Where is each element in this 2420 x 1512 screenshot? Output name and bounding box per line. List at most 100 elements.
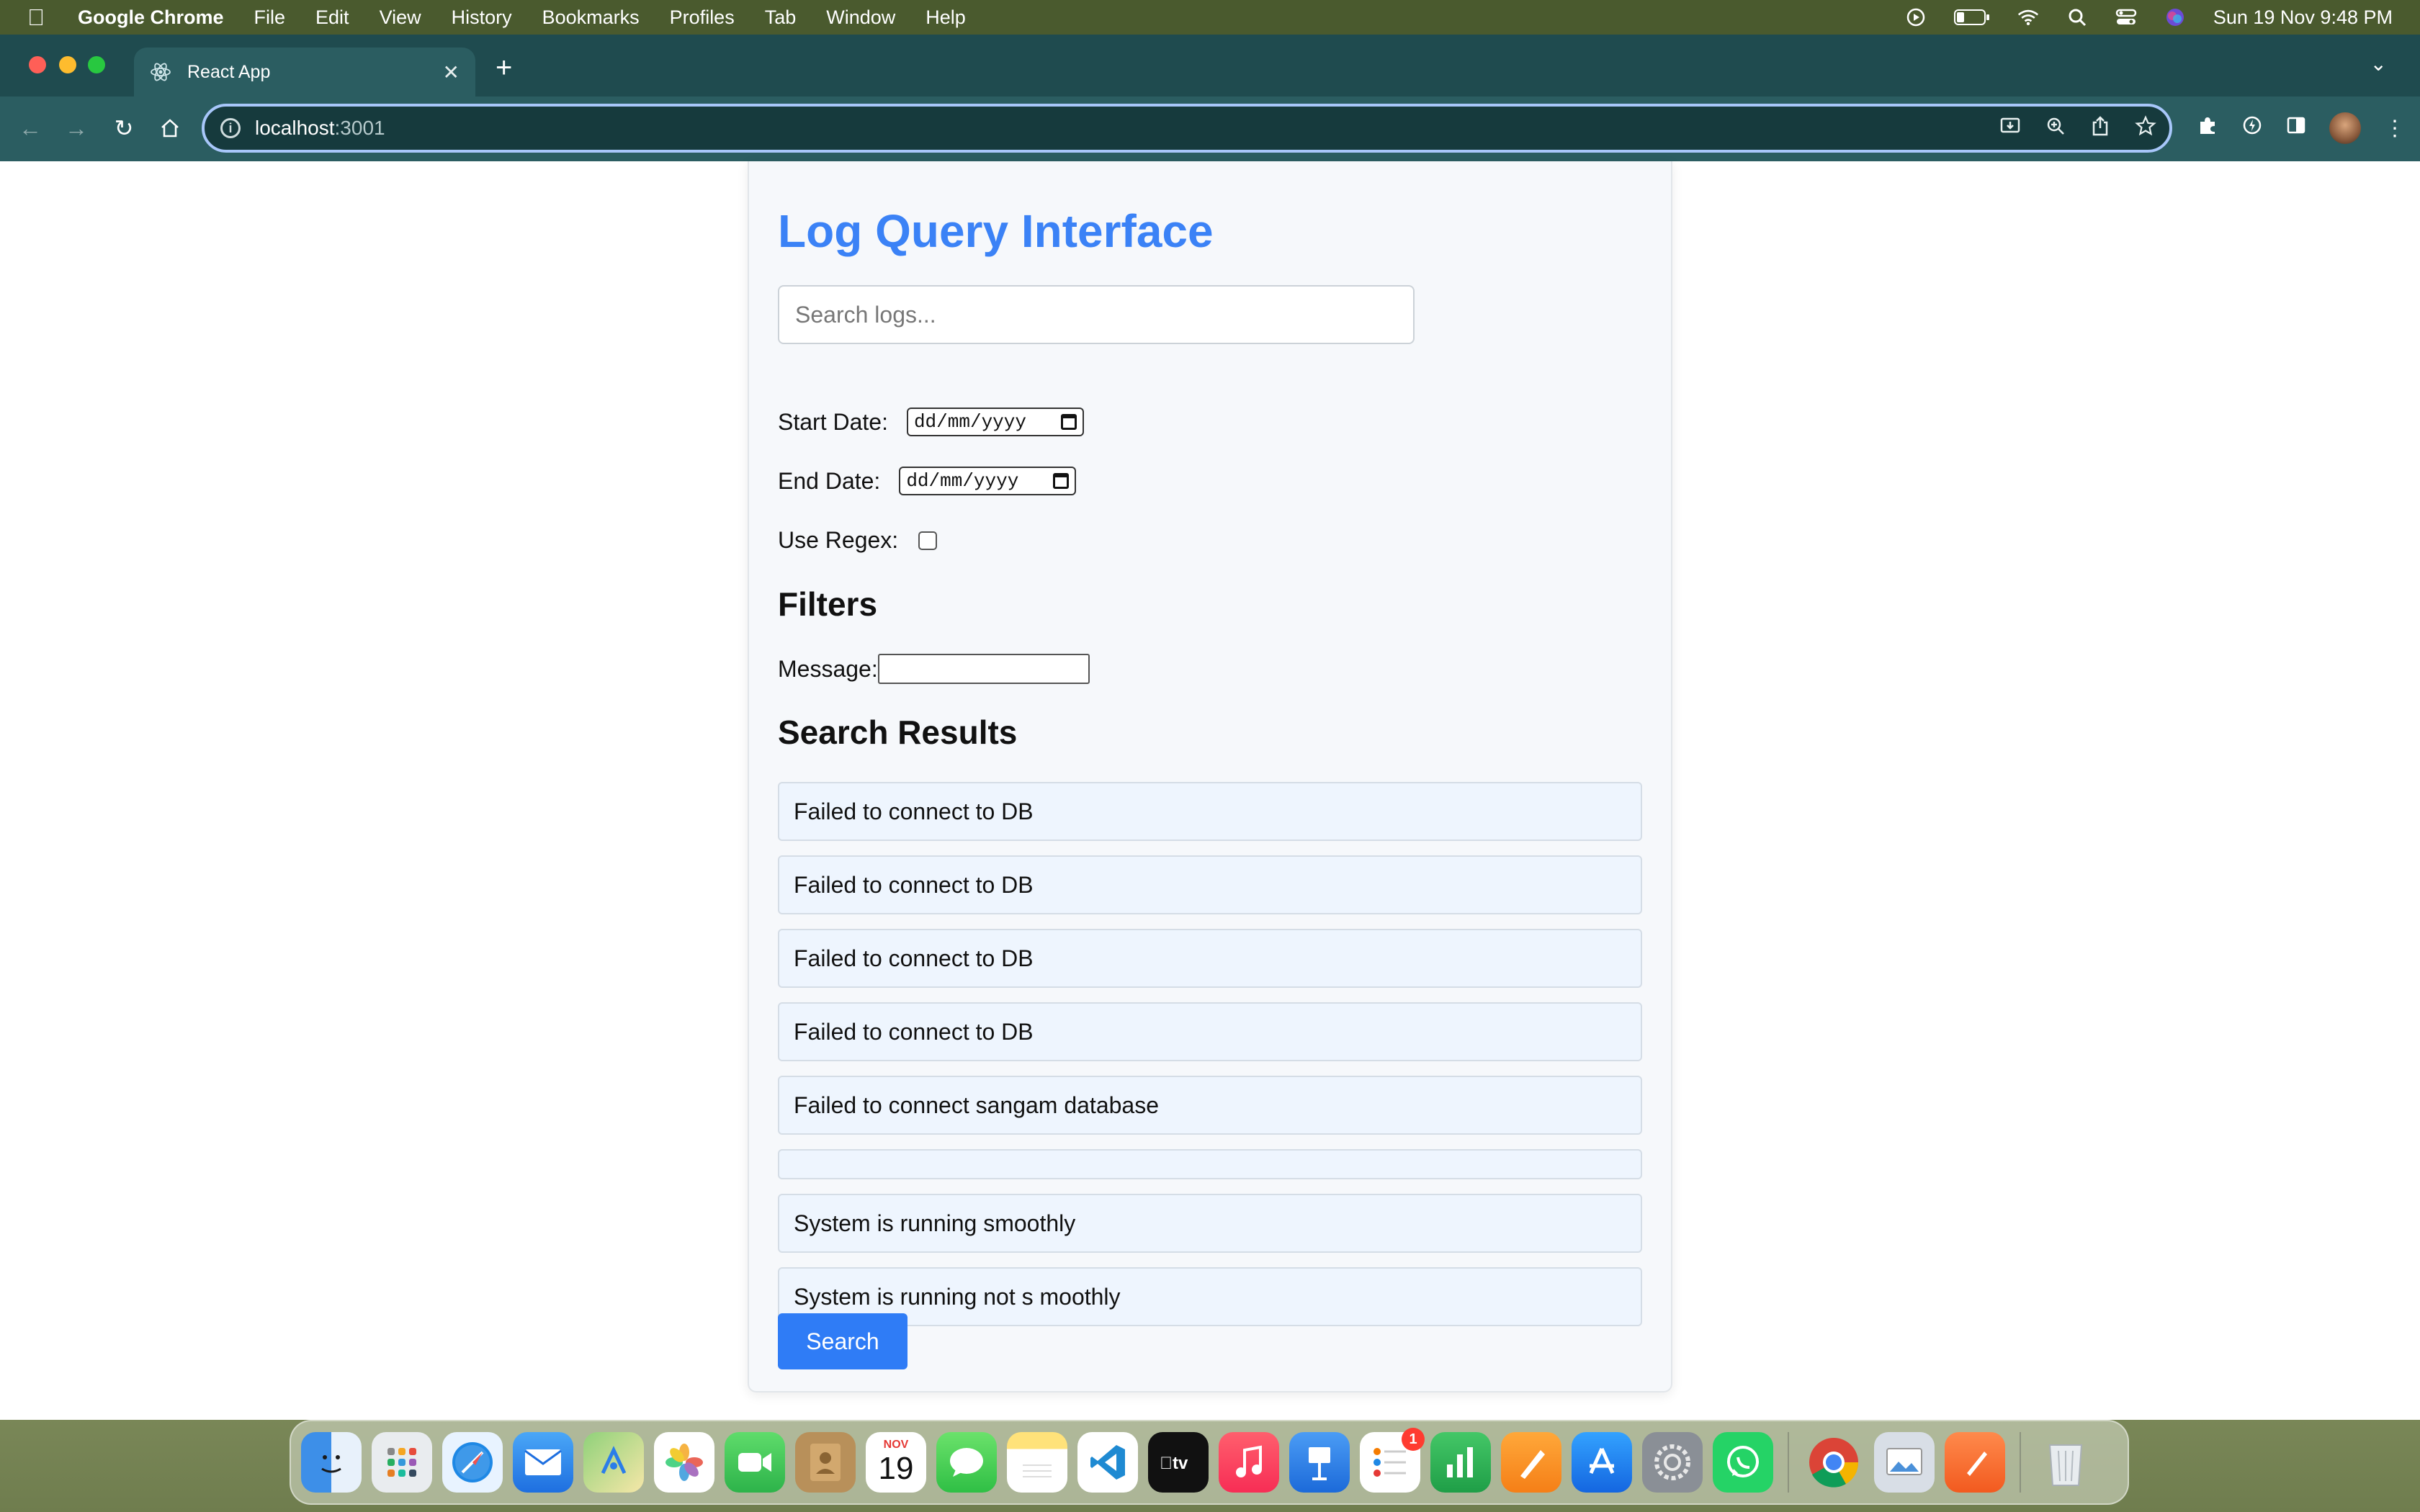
result-item: Failed to connect to DB [778,782,1642,841]
trash-icon[interactable] [2035,1432,2096,1493]
more-menu-icon[interactable]: ⋮ [2384,116,2406,141]
minimize-window-button[interactable] [59,56,76,73]
end-date-row: End Date: dd/mm/yyyy [778,467,1077,495]
keynote-icon[interactable] [1289,1432,1350,1493]
message-label: Message: [778,655,878,682]
close-window-button[interactable] [29,56,46,73]
new-tab-icon[interactable]: + [496,52,512,84]
search-button[interactable]: Search [778,1313,908,1369]
numbers-icon[interactable] [1430,1432,1491,1493]
calendar-month: NOV [883,1439,909,1451]
calendar-day: 19 [878,1451,914,1486]
use-regex-checkbox[interactable] [918,531,938,550]
menu-bookmarks[interactable]: Bookmarks [542,6,640,29]
search-results-list: Failed to connect to DB Failed to connec… [778,782,1642,1341]
dock-separator [2020,1432,2021,1493]
menu-profiles[interactable]: Profiles [670,6,735,29]
menu-view[interactable]: View [380,6,421,29]
wifi-icon[interactable] [2017,7,2039,27]
menu-file[interactable]: File [254,6,286,29]
message-filter-input[interactable] [877,654,1090,684]
apple-icon[interactable]:  [27,4,56,31]
chevron-down-icon[interactable]: ⌄ [2370,52,2387,76]
reminders-icon[interactable]: 1 [1360,1428,1425,1493]
maps-icon[interactable] [583,1432,644,1493]
control-center-icon[interactable] [2115,7,2137,27]
play-circle-icon[interactable] [1905,7,1927,27]
page-title: Log Query Interface [778,205,1214,257]
search-logs-input[interactable] [778,285,1415,344]
message-filter-row: Message: [778,654,1090,684]
menu-tab[interactable]: Tab [765,6,797,29]
forward-arrow-icon[interactable]: → [60,112,92,144]
calendar-app-icon[interactable]: NOV 19 [866,1432,926,1493]
music-icon[interactable] [1219,1432,1279,1493]
bookmark-star-icon[interactable] [2135,114,2156,142]
log-query-card: Log Query Interface Start Date: dd/mm/yy… [748,161,1672,1392]
safari-icon[interactable] [442,1432,503,1493]
end-date-placeholder: dd/mm/yyyy [906,470,1019,492]
messages-icon[interactable] [936,1432,997,1493]
menu-app-name[interactable]: Google Chrome [78,6,224,29]
extensions-puzzle-icon[interactable] [2197,114,2218,142]
mail-icon[interactable] [513,1432,573,1493]
chrome-icon[interactable] [1803,1432,1864,1493]
home-icon[interactable] [154,112,186,144]
result-item: Failed to connect to DB [778,855,1642,914]
spotlight-search-icon[interactable] [2066,7,2088,27]
menu-history[interactable]: History [452,6,512,29]
app-store-icon[interactable] [1572,1432,1632,1493]
start-date-row: Start Date: dd/mm/yyyy [778,408,1084,436]
browser-window: React App ✕ + ⌄ ← → ↻ i localhost:3001 [0,35,2420,1420]
end-date-label: End Date: [778,467,881,494]
vscode-icon[interactable] [1077,1432,1138,1493]
whatsapp-icon[interactable] [1713,1432,1773,1493]
tab-title: React App [187,61,271,82]
menu-bar-clock[interactable]: Sun 19 Nov 9:48 PM [2213,6,2393,29]
facetime-icon[interactable] [725,1432,785,1493]
menu-window[interactable]: Window [826,6,895,29]
pages-icon[interactable] [1501,1432,1561,1493]
reload-icon[interactable]: ↻ [108,112,140,144]
result-item: Failed to connect to DB [778,929,1642,988]
start-date-input[interactable]: dd/mm/yyyy [906,408,1084,436]
sketch-app-icon[interactable] [1945,1432,2005,1493]
finder-icon[interactable] [301,1432,362,1493]
profile-avatar[interactable] [2329,112,2361,144]
extensions-area: ⋮ [2197,112,2406,144]
search-results-heading: Search Results [778,714,1018,751]
contacts-icon[interactable] [795,1432,856,1493]
preview-icon[interactable] [1874,1432,1935,1493]
install-app-icon[interactable] [1999,115,2021,142]
photos-icon[interactable] [654,1432,714,1493]
menu-help[interactable]: Help [926,6,966,29]
menu-bar:  Google Chrome File Edit View History B… [0,0,2420,35]
extension-icon[interactable] [2241,114,2263,142]
address-bar[interactable]: i localhost:3001 [202,104,2172,153]
share-icon[interactable] [2090,115,2110,142]
fullscreen-window-button[interactable] [88,56,105,73]
back-arrow-icon[interactable]: ← [14,112,46,144]
url-port: :3001 [334,117,385,139]
calendar-icon[interactable] [1053,473,1070,489]
launchpad-icon[interactable] [372,1432,432,1493]
end-date-input[interactable]: dd/mm/yyyy [899,467,1077,495]
siri-icon[interactable] [2164,7,2186,27]
close-tab-icon[interactable]: ✕ [443,60,460,84]
menu-edit[interactable]: Edit [315,6,349,29]
start-date-label: Start Date: [778,408,888,435]
site-info-icon[interactable]: i [220,118,241,138]
system-settings-icon[interactable] [1642,1432,1703,1493]
tab-react-app[interactable]: React App ✕ [134,48,475,96]
result-item: System is running not s moothly [778,1267,1642,1326]
tab-strip: React App ✕ + ⌄ [0,35,2420,96]
result-item-empty [778,1149,1642,1179]
start-date-placeholder: dd/mm/yyyy [913,411,1026,433]
battery-icon[interactable] [1953,7,1990,27]
dock-separator [1788,1432,1789,1493]
apple-tv-icon[interactable]: tv [1148,1432,1209,1493]
zoom-icon[interactable] [2045,116,2066,141]
notes-icon[interactable] [1007,1432,1067,1493]
side-panel-icon[interactable] [2286,115,2306,141]
calendar-icon[interactable] [1060,414,1077,430]
